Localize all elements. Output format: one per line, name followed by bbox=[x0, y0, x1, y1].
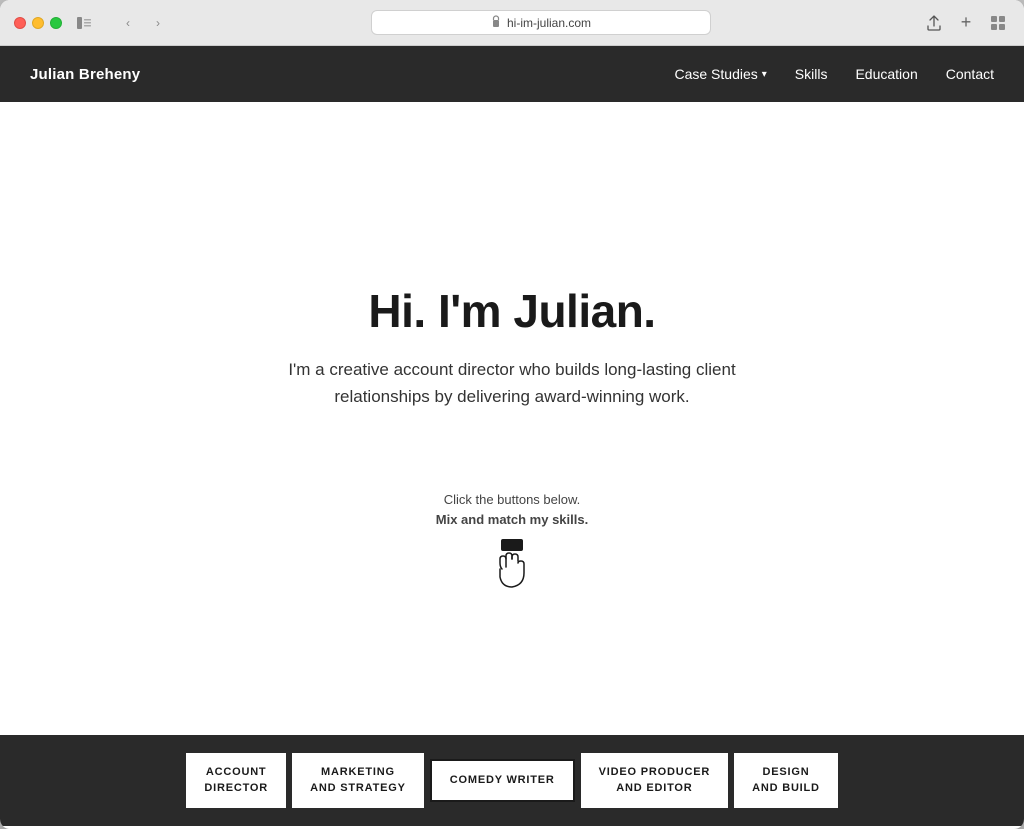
browser-titlebar: ‹ › hi-im-julian.com bbox=[0, 0, 1024, 45]
url-text: hi-im-julian.com bbox=[507, 16, 591, 30]
hero-section: Hi. I'm Julian. I'm a creative account d… bbox=[0, 102, 1024, 735]
skill-btn-account-director[interactable]: ACCOUNTDIRECTOR bbox=[186, 753, 286, 808]
close-button[interactable] bbox=[14, 17, 26, 29]
pointing-hand-icon bbox=[494, 549, 530, 593]
sidebar-icon[interactable] bbox=[72, 11, 96, 35]
forward-button[interactable]: › bbox=[146, 11, 170, 35]
browser-actions: + bbox=[922, 11, 1010, 35]
minimize-button[interactable] bbox=[32, 17, 44, 29]
site-nav: Julian Breheny Case Studies ▾ Skills Edu… bbox=[0, 46, 1024, 102]
new-tab-button[interactable]: + bbox=[954, 11, 978, 35]
website-content: Julian Breheny Case Studies ▾ Skills Edu… bbox=[0, 46, 1024, 826]
nav-case-studies[interactable]: Case Studies ▾ bbox=[674, 66, 766, 82]
browser-chrome: ‹ › hi-im-julian.com bbox=[0, 0, 1024, 46]
traffic-lights bbox=[14, 17, 62, 29]
back-button[interactable]: ‹ bbox=[116, 11, 140, 35]
skill-btn-marketing[interactable]: MARKETINGAND STRATEGY bbox=[292, 753, 424, 808]
share-button[interactable] bbox=[922, 11, 946, 35]
nav-contact[interactable]: Contact bbox=[946, 66, 994, 82]
browser-nav: ‹ › bbox=[116, 11, 170, 35]
nav-education[interactable]: Education bbox=[855, 66, 917, 82]
grid-button[interactable] bbox=[986, 11, 1010, 35]
address-bar-container: hi-im-julian.com bbox=[180, 10, 902, 35]
nav-skills[interactable]: Skills bbox=[795, 66, 828, 82]
address-bar[interactable]: hi-im-julian.com bbox=[371, 10, 711, 35]
skill-btn-design-build[interactable]: DESIGNAND BUILD bbox=[734, 753, 838, 808]
skill-btn-comedy-writer[interactable]: COMEDY WRITER bbox=[430, 759, 575, 802]
site-logo[interactable]: Julian Breheny bbox=[30, 66, 140, 83]
nav-links: Case Studies ▾ Skills Education Contact bbox=[674, 66, 994, 82]
dropdown-arrow-icon: ▾ bbox=[762, 69, 767, 80]
hero-title: Hi. I'm Julian. bbox=[368, 284, 655, 338]
skill-prompt-text: Click the buttons below. Mix and match m… bbox=[436, 490, 588, 529]
lock-icon bbox=[491, 15, 501, 30]
skill-btn-video-producer[interactable]: VIDEO PRODUCERAND EDITOR bbox=[581, 753, 728, 808]
browser-window: ‹ › hi-im-julian.com bbox=[0, 0, 1024, 829]
hand-pointer-icon bbox=[494, 539, 530, 593]
skill-prompt: Click the buttons below. Mix and match m… bbox=[436, 490, 588, 593]
hero-subtitle: I'm a creative account director who buil… bbox=[272, 356, 752, 410]
skills-bar: ACCOUNTDIRECTOR MARKETINGAND STRATEGY CO… bbox=[0, 735, 1024, 826]
maximize-button[interactable] bbox=[50, 17, 62, 29]
